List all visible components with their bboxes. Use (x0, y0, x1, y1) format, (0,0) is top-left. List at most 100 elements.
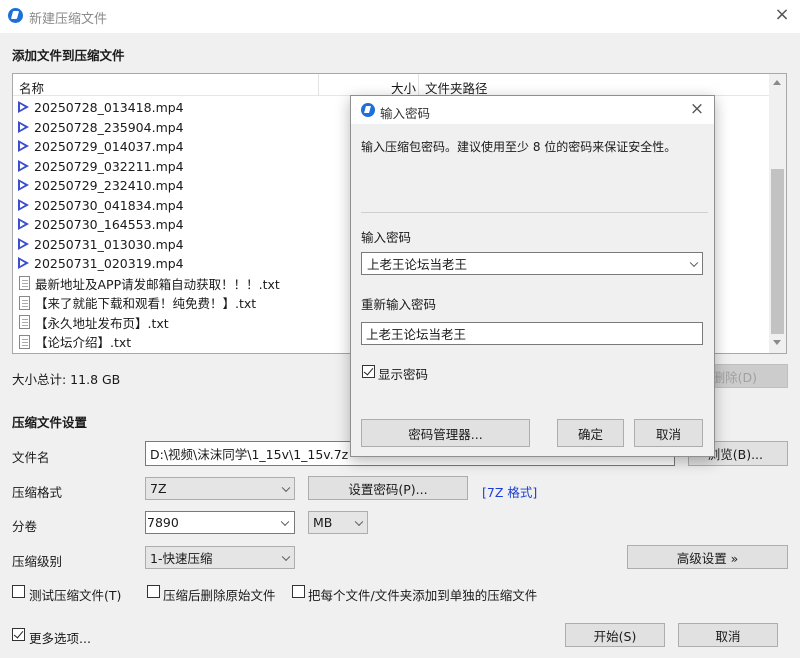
confirm-password-label: 重新输入密码 (361, 297, 437, 312)
file-name: 最新地址及APP请发邮箱自动获取！！！.txt (35, 276, 280, 292)
add-files-section-title: 添加文件到压缩文件 (12, 48, 125, 63)
volume-value: 7890 (147, 515, 179, 530)
column-header-name[interactable]: 名称 (19, 78, 44, 97)
file-row[interactable]: 20250729_032211.mp4 (17, 157, 317, 177)
level-select[interactable]: 1-快速压缩 (145, 546, 295, 569)
total-size: 大小总计: 11.8 GB (12, 372, 121, 387)
filename-label: 文件名 (12, 450, 50, 465)
text-file-icon (19, 315, 30, 330)
file-name: 20250730_041834.mp4 (34, 197, 184, 213)
list-header: 名称 大小 文件夹路径 (13, 74, 769, 96)
chevron-down-icon[interactable] (280, 517, 290, 526)
file-name: 【来了就能下载和观看！纯免费！】.txt (35, 296, 257, 312)
delete-after-label[interactable]: 压缩后删除原始文件 (163, 585, 276, 604)
list-scrollbar[interactable] (769, 74, 786, 353)
video-file-icon (17, 139, 31, 154)
dialog-title: 输入密码 (380, 106, 431, 121)
set-password-button[interactable]: 设置密码(P)... (308, 476, 468, 500)
file-name: 20250729_014037.mp4 (34, 139, 184, 155)
file-row[interactable]: 20250729_232410.mp4 (17, 176, 317, 196)
file-row[interactable]: 【论坛介绍】.txt (17, 332, 317, 352)
app-logo-icon (361, 103, 375, 117)
file-row[interactable]: 20250728_013418.mp4 (17, 98, 317, 118)
chevron-down-icon (281, 483, 291, 492)
chevron-down-icon (354, 517, 364, 526)
file-name: 【论坛介绍】.txt (35, 335, 132, 351)
file-row[interactable]: 【来了就能下载和观看！纯免费！】.txt (17, 293, 317, 313)
video-file-icon (17, 178, 31, 193)
text-file-icon (19, 295, 30, 310)
app-logo-icon (8, 8, 23, 23)
separate-archives-label[interactable]: 把每个文件/文件夹添加到单独的压缩文件 (308, 585, 537, 604)
file-row[interactable]: 20250728_235904.mp4 (17, 118, 317, 138)
ok-button[interactable]: 确定 (557, 419, 624, 447)
format-select[interactable]: 7Z (145, 477, 295, 500)
window-close-icon[interactable]: × (770, 4, 794, 28)
file-row[interactable]: 最新地址及APP请发邮箱自动获取！！！.txt (17, 274, 317, 294)
window-title: 新建压缩文件 (29, 12, 108, 27)
file-name: 20250728_235904.mp4 (34, 119, 184, 135)
password-input[interactable]: 上老王论坛当老王 (361, 252, 703, 275)
delete-after-checkbox[interactable] (147, 585, 160, 598)
dialog-close-icon[interactable]: × (685, 98, 709, 122)
confirm-password-input[interactable]: 上老王论坛当老王 (361, 322, 703, 345)
column-separator[interactable] (318, 74, 319, 96)
video-file-icon (17, 217, 31, 232)
file-name: 20250730_164553.mp4 (34, 217, 184, 233)
scroll-up-icon[interactable] (773, 80, 781, 85)
scroll-down-icon[interactable] (773, 340, 781, 345)
file-row[interactable]: 20250730_164553.mp4 (17, 215, 317, 235)
file-row[interactable]: 20250729_014037.mp4 (17, 137, 317, 157)
test-archive-checkbox[interactable] (12, 585, 25, 598)
video-file-icon (17, 237, 31, 252)
format-link[interactable]: [7Z 格式] (482, 482, 537, 501)
file-row[interactable]: 【永久地址发布页】.txt (17, 313, 317, 333)
dialog-cancel-button[interactable]: 取消 (634, 419, 703, 447)
file-name: 20250729_232410.mp4 (34, 178, 184, 194)
text-file-icon (19, 276, 30, 291)
video-file-icon (17, 198, 31, 213)
password-value: 上老王论坛当老王 (367, 257, 468, 272)
video-file-icon (17, 100, 31, 115)
dialog-title-bar: 输入密码 × (351, 96, 714, 124)
more-options-label[interactable]: 更多选项... (29, 628, 91, 647)
file-name: 20250731_013030.mp4 (34, 236, 184, 252)
text-file-icon (19, 334, 30, 349)
chevron-down-icon (281, 552, 291, 561)
scrollbar-thumb[interactable] (771, 169, 784, 334)
column-separator[interactable] (418, 74, 419, 96)
file-row[interactable]: 20250731_020319.mp4 (17, 254, 317, 274)
show-password-checkbox[interactable] (362, 365, 375, 378)
cancel-button[interactable]: 取消 (678, 623, 778, 647)
dialog-divider (361, 212, 708, 213)
video-file-icon (17, 256, 31, 271)
video-file-icon (17, 159, 31, 174)
password-manager-button[interactable]: 密码管理器... (361, 419, 530, 447)
file-name: 20250728_013418.mp4 (34, 100, 184, 116)
separate-archives-checkbox[interactable] (292, 585, 305, 598)
file-row[interactable]: 20250731_013030.mp4 (17, 235, 317, 255)
file-name: 20250731_020319.mp4 (34, 256, 184, 272)
chevron-down-icon[interactable] (689, 258, 699, 267)
start-button[interactable]: 开始(S) (565, 623, 665, 647)
advanced-settings-button[interactable]: 高级设置 » (627, 545, 788, 569)
volume-unit-value: MB (313, 515, 333, 530)
settings-section-title: 压缩文件设置 (12, 415, 88, 430)
title-bar: 新建压缩文件 × (0, 0, 800, 33)
file-name: 【永久地址发布页】.txt (35, 315, 169, 331)
format-value: 7Z (150, 481, 167, 496)
password-label: 输入密码 (361, 230, 412, 245)
test-archive-label[interactable]: 测试压缩文件(T) (29, 585, 121, 604)
volume-label: 分卷 (12, 519, 38, 534)
dialog-description: 输入压缩包密码。建议使用至少 8 位的密码来保证安全性。 (361, 140, 677, 154)
file-name: 20250729_032211.mp4 (34, 158, 184, 174)
format-label: 压缩格式 (12, 485, 63, 500)
more-options-checkbox[interactable] (12, 628, 25, 641)
video-file-icon (17, 120, 31, 135)
level-value: 1-快速压缩 (150, 551, 213, 566)
volume-input[interactable]: 7890 (145, 511, 295, 534)
level-label: 压缩级别 (12, 554, 63, 569)
file-row[interactable]: 20250730_041834.mp4 (17, 196, 317, 216)
volume-unit-select[interactable]: MB (308, 511, 368, 534)
show-password-label[interactable]: 显示密码 (378, 364, 428, 383)
